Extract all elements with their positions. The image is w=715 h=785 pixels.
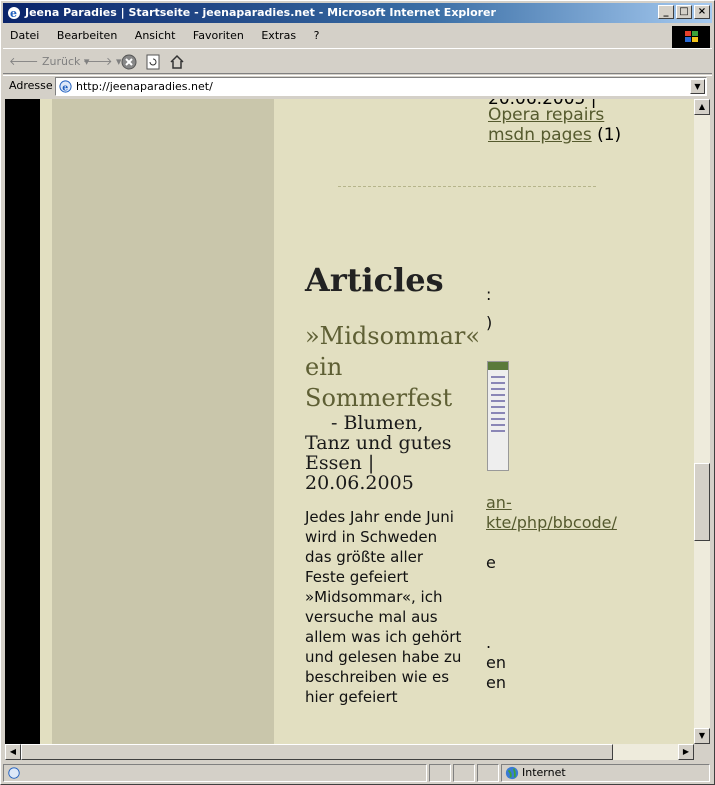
horizontal-scrollbar[interactable]: ◀ ▶ [5,744,694,760]
clipped-text-1: : [486,285,492,304]
article-title-link[interactable]: »Midsommar« ein Sommerfest [305,321,490,414]
article-subtitle: - Blumen, Tanz und gutes Essen | 20.06.2… [305,412,452,494]
recent-entry: msdn pages (1) [488,125,621,145]
vertical-scroll-thumb[interactable] [694,463,710,541]
close-button[interactable]: × [694,5,710,19]
menu-datei[interactable]: Datei [3,25,46,47]
article-title-line1: »Midsommar« [305,322,481,350]
left-black-border [5,99,40,744]
screenshot-thumbnail[interactable] [487,361,509,471]
internet-explorer-icon: e [8,7,20,20]
back-button[interactable]: 🡐 Zurück ▾ [9,53,89,71]
page-status-icon [8,767,20,779]
article-title-line2: ein [305,353,343,381]
menu-extras[interactable]: Extras [254,25,303,47]
address-label: Adresse [9,79,53,92]
svg-text:e: e [10,7,17,20]
recent-link-line2[interactable]: msdn pages [488,125,592,145]
article-title-line3: Sommerfest [305,384,453,412]
title-bar: e Jeena Paradies | Startseite - jeenapar… [3,3,712,23]
scroll-left-button[interactable]: ◀ [5,744,21,760]
status-text-cell [3,764,427,782]
address-input[interactable]: e http://jeenaparadies.net/ ▼ [55,77,707,96]
address-bar: Adresse e http://jeenaparadies.net/ ▼ [3,75,712,97]
refresh-icon[interactable] [145,53,161,71]
minimize-button[interactable]: _ [658,5,674,19]
clipped-text-6: en [486,673,506,692]
maximize-button[interactable]: □ [676,5,692,19]
articles-heading: Articles [305,261,444,299]
status-cell-4 [477,764,499,782]
windows-logo-icon [672,26,710,48]
forward-button[interactable]: 🡒 ▾ [83,53,122,71]
article-body: Jedes Jahr ende Juni wird in Schweden da… [305,508,462,706]
home-icon[interactable] [169,53,185,71]
address-dropdown-button[interactable]: ▼ [690,79,705,94]
menu-ansicht[interactable]: Ansicht [128,25,183,47]
menu-help[interactable]: ? [307,25,327,47]
scroll-right-button[interactable]: ▶ [678,744,694,760]
globe-icon [505,766,519,780]
clipped-link-1[interactable]: an- [486,493,512,513]
forward-arrow-icon: 🡒 ▾ [83,55,122,68]
security-zone-label: Internet [522,766,566,779]
page-viewport: 20.06.2005 | Opera repairs msdn pages (1… [5,99,694,744]
security-zone: Internet [501,764,710,782]
menu-favoriten[interactable]: Favoriten [186,25,251,47]
scroll-corner [694,744,710,760]
sidebar-column [52,99,274,744]
back-arrow-icon: 🡐 [9,55,39,68]
left-light-strip [40,99,52,744]
clipped-text-2: ) [486,313,493,332]
clipped-text-3: e [486,553,496,572]
stop-icon[interactable] [121,53,137,71]
ie-window: e Jeena Paradies | Startseite - jeenapar… [0,0,715,785]
clipped-link-2[interactable]: kte/php/bbcode/ [486,513,617,533]
svg-text:e: e [62,82,68,93]
horizontal-scroll-thumb[interactable] [21,744,613,760]
section-divider [338,186,596,187]
status-bar: Internet [3,763,712,783]
vertical-scrollbar[interactable]: ▲ ▼ [694,99,710,744]
standard-toolbar: 🡐 Zurück ▾ 🡒 ▾ [3,48,712,74]
window-title: Jeena Paradies | Startseite - jeenaparad… [25,6,496,19]
status-cell-2 [429,764,451,782]
menu-bar: Datei Bearbeiten Ansicht Favoriten Extra… [3,25,712,48]
menu-bearbeiten[interactable]: Bearbeiten [50,25,124,47]
recent-link-line1[interactable]: Opera repairs [488,105,604,125]
address-url: http://jeenaparadies.net/ [76,80,213,93]
clipped-text-4: . [486,633,492,652]
status-cell-3 [453,764,475,782]
recent-comment-count[interactable]: (1) [597,125,621,145]
clipped-text-5: en [486,653,506,672]
page-icon: e [59,80,72,93]
scroll-up-button[interactable]: ▲ [694,99,710,115]
back-label: Zurück [42,55,81,68]
scroll-down-button[interactable]: ▼ [694,728,710,744]
